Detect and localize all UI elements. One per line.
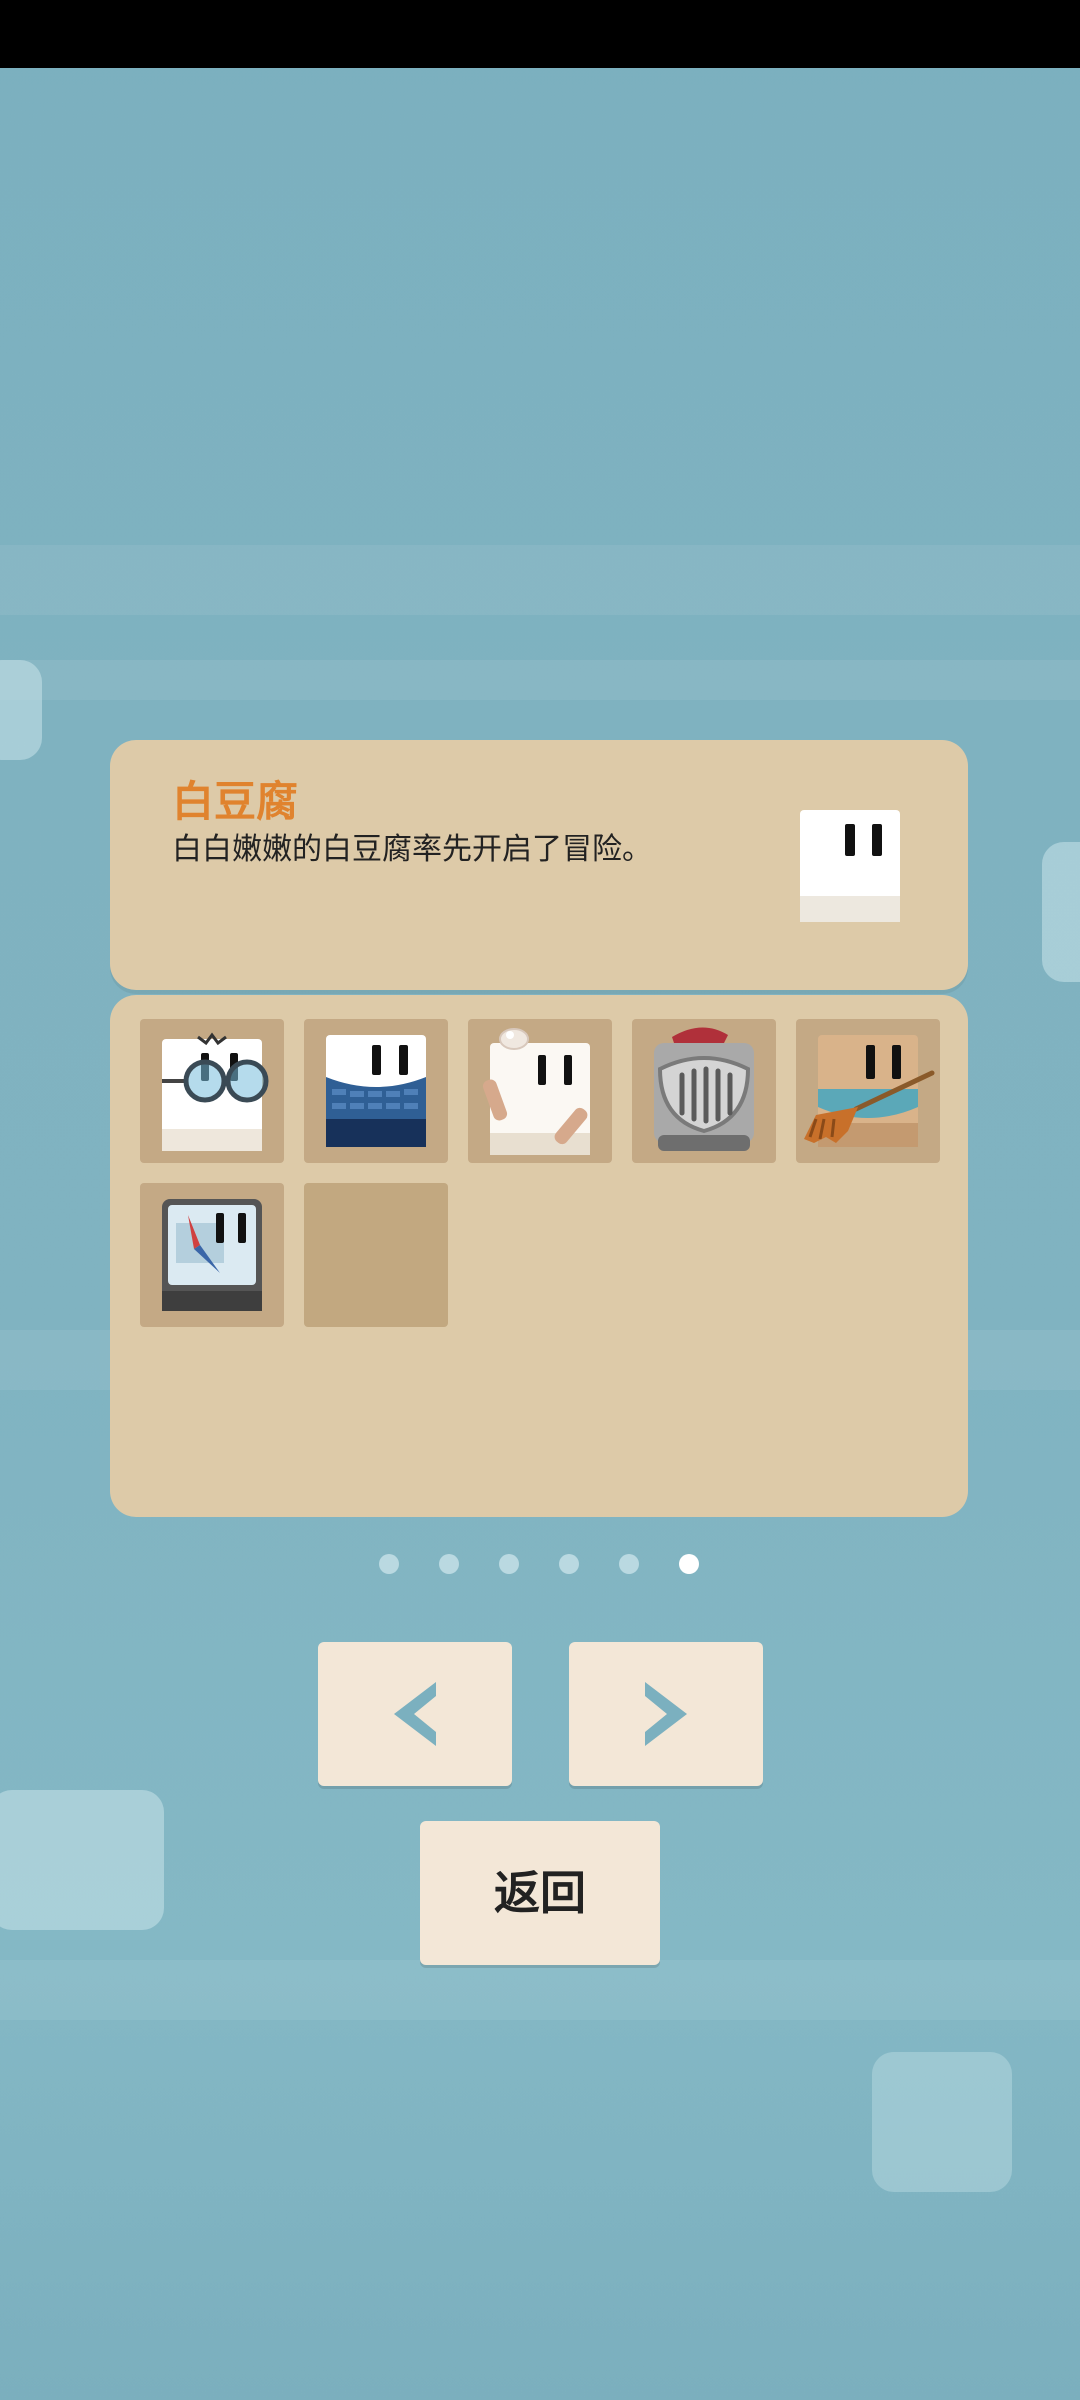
background-haze (0, 545, 1080, 615)
skin-slot[interactable] (796, 1019, 940, 1163)
background-haze (0, 660, 1080, 700)
background-haze (0, 1960, 1080, 2020)
previous-page-button[interactable] (318, 1642, 512, 1786)
chevron-left-icon (394, 1682, 436, 1746)
skin-slot[interactable] (140, 1019, 284, 1163)
status-bar (0, 0, 1080, 68)
cloud-decoration (872, 2052, 1012, 2192)
next-page-button[interactable] (569, 1642, 763, 1786)
skin-grid-panel (110, 995, 968, 1517)
skin-slot[interactable] (140, 1183, 284, 1327)
sweater-tofu-icon (326, 1035, 426, 1147)
character-description: 白白嫩嫩的白豆腐率先开启了冒险。 (172, 832, 652, 867)
skin-slot[interactable] (468, 1019, 612, 1163)
chevron-right-icon (645, 1682, 687, 1746)
character-name: 白豆腐 (172, 777, 299, 826)
cloud-decoration (0, 660, 42, 760)
page-indicator (0, 1550, 1080, 1580)
glasses-tofu-icon (162, 1032, 269, 1151)
white-tofu-portrait-icon (800, 810, 900, 922)
page-dot[interactable] (619, 1554, 639, 1574)
back-button[interactable]: 返回 (420, 1821, 660, 1965)
skin-slot[interactable] (304, 1019, 448, 1163)
empty-skin-slot[interactable] (304, 1183, 448, 1327)
broom-tofu-icon (804, 1035, 935, 1147)
page-dot[interactable] (499, 1554, 519, 1574)
knight-helmet-tofu-icon (654, 1027, 754, 1151)
page-dot[interactable] (439, 1554, 459, 1574)
page-dot[interactable] (559, 1554, 579, 1574)
cloud-decoration (1042, 842, 1080, 982)
cloud-decoration (0, 1790, 164, 1930)
compass-tofu-icon (162, 1199, 262, 1311)
bandaged-tofu-icon (482, 1028, 590, 1155)
page-dot[interactable] (379, 1554, 399, 1574)
skin-slot[interactable] (632, 1019, 776, 1163)
page-dot-active[interactable] (679, 1554, 699, 1574)
character-info-panel: 白豆腐 白白嫩嫩的白豆腐率先开启了冒险。 (110, 740, 968, 990)
